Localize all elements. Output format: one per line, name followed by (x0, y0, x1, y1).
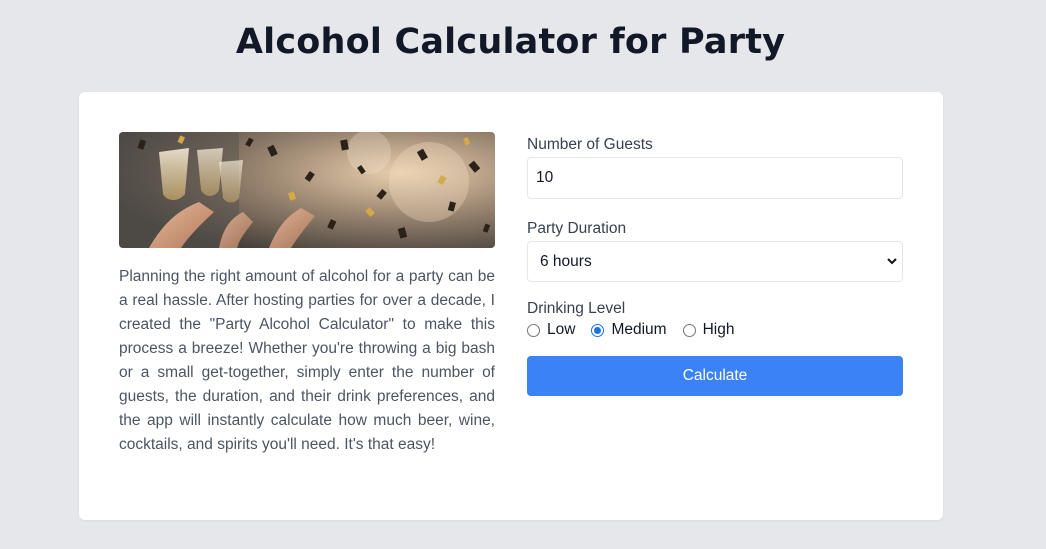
page-title: Alcohol Calculator for Party (235, 22, 786, 62)
radio-label-high: High (702, 321, 735, 338)
intro-description: Planning the right amount of alcohol for… (119, 268, 495, 453)
duration-label: Party Duration (527, 220, 627, 237)
calculator-form: Number of Guests Party Duration 6 hours … (527, 136, 903, 396)
guests-label: Number of Guests (527, 136, 653, 153)
radio-button-high[interactable] (682, 323, 696, 337)
duration-field-group: Party Duration 6 hours (527, 220, 903, 282)
radio-option-low[interactable]: Low (527, 321, 575, 339)
intro-section: Planning the right amount of alcohol for… (119, 132, 495, 457)
guests-input[interactable] (527, 157, 903, 199)
calculator-card: Planning the right amount of alcohol for… (79, 92, 943, 520)
duration-select-wrapper: 6 hours (527, 241, 903, 282)
drinking-level-label: Drinking Level (527, 300, 626, 317)
radio-button-low[interactable] (527, 323, 540, 337)
guests-field-group: Number of Guests (527, 136, 903, 199)
radio-label-medium: Medium (611, 321, 667, 338)
radio-option-high[interactable]: High (682, 321, 735, 339)
duration-select[interactable]: 6 hours (527, 241, 903, 282)
calculate-button[interactable]: Calculate (527, 356, 903, 396)
radio-button-medium[interactable] (591, 323, 605, 337)
drinking-level-options: Low Medium High (527, 321, 903, 339)
drinking-level-group: Drinking Level Low Medium High (527, 300, 903, 339)
radio-option-medium[interactable]: Medium (591, 321, 667, 339)
radio-label-low: Low (547, 321, 576, 338)
party-toast-image (119, 132, 495, 248)
